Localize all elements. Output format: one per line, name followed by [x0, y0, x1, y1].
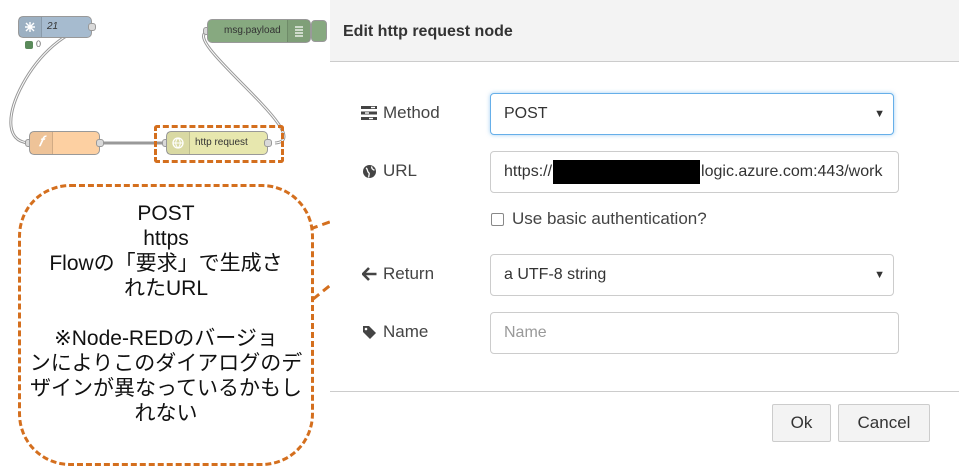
- http-request-node[interactable]: http request: [166, 131, 268, 155]
- function-icon-glyph: 𝑓: [38, 135, 44, 150]
- basic-auth-label: Use basic authentication?: [512, 209, 707, 228]
- callout-line: POST: [137, 202, 195, 225]
- method-select[interactable]: POST ▼: [490, 93, 894, 135]
- function-node[interactable]: 𝑓: [29, 131, 100, 155]
- name-label: Name: [383, 322, 429, 341]
- callout-line: れない: [134, 402, 198, 425]
- name-placeholder: Name: [504, 324, 547, 341]
- tag-icon: [360, 323, 378, 341]
- dialog-header: Edit http request node: [330, 0, 959, 62]
- method-value: POST: [504, 105, 548, 122]
- inject-node[interactable]: 21: [18, 16, 92, 38]
- dialog-title: Edit http request node: [343, 23, 513, 40]
- wire-inject-to-function: [9, 26, 93, 145]
- http-node-label: http request: [195, 137, 248, 148]
- function-icon: 𝑓: [30, 132, 53, 154]
- debug-list-icon: [287, 20, 310, 42]
- callout-spacer: [21, 301, 311, 326]
- inject-status-dot: [25, 41, 33, 49]
- inject-node-label: 21: [47, 21, 59, 32]
- globe-icon: [360, 162, 378, 180]
- callout-line: れたURL: [123, 277, 208, 300]
- callout-line: ザインが異なっているかもし: [30, 377, 302, 400]
- cancel-button[interactable]: Cancel: [838, 404, 930, 442]
- method-row-label: Method: [360, 103, 440, 123]
- caret-down-icon: ▼: [874, 269, 885, 281]
- return-value: a UTF-8 string: [504, 266, 607, 283]
- url-row-label: URL: [360, 161, 417, 181]
- basic-auth-checkbox[interactable]: [491, 213, 504, 226]
- return-label: Return: [383, 264, 435, 283]
- http-output-port[interactable]: [264, 139, 272, 147]
- caret-down-icon: ▼: [874, 108, 885, 120]
- url-input[interactable]: https:// logic.azure.com:443/work: [490, 151, 899, 193]
- arrow-left-icon: [360, 265, 378, 283]
- globe-icon: [167, 132, 190, 154]
- url-value-suffix: logic.azure.com:443/work: [701, 163, 883, 180]
- debug-toggle-button[interactable]: [311, 20, 327, 42]
- name-row-label: Name: [360, 322, 428, 342]
- inject-status-text: 0: [36, 39, 42, 49]
- url-value-prefix: https://: [504, 163, 553, 180]
- ok-button[interactable]: Ok: [772, 404, 831, 442]
- flow-canvas[interactable]: 21 0 msg.payload 𝑓 http request POST htt…: [0, 0, 471, 473]
- callout-line: Flowの「要求」で生成さ: [49, 252, 283, 275]
- inject-icon: [19, 17, 42, 37]
- return-row-label: Return: [360, 264, 434, 284]
- method-label: Method: [383, 103, 440, 122]
- return-select[interactable]: a UTF-8 string ▼: [490, 254, 894, 296]
- debug-node-label: msg.payload: [224, 25, 281, 36]
- redaction-bar: [553, 160, 701, 184]
- edit-node-dialog: Edit http request node Method POST ▼ URL…: [330, 0, 959, 473]
- debug-node[interactable]: msg.payload: [207, 19, 311, 43]
- url-label: URL: [383, 161, 418, 180]
- annotation-callout: POST https Flowの「要求」で生成さ れたURL ※Node-RED…: [18, 184, 314, 466]
- name-input[interactable]: Name: [490, 312, 899, 354]
- callout-line: https: [143, 227, 189, 250]
- callout-line: ※Node-REDのバージョ: [54, 327, 278, 350]
- inject-output-port[interactable]: [88, 23, 96, 31]
- callout-line: ンによりこのダイアログのデ: [29, 352, 303, 375]
- function-output-port[interactable]: [96, 139, 104, 147]
- tasks-icon: [360, 104, 378, 122]
